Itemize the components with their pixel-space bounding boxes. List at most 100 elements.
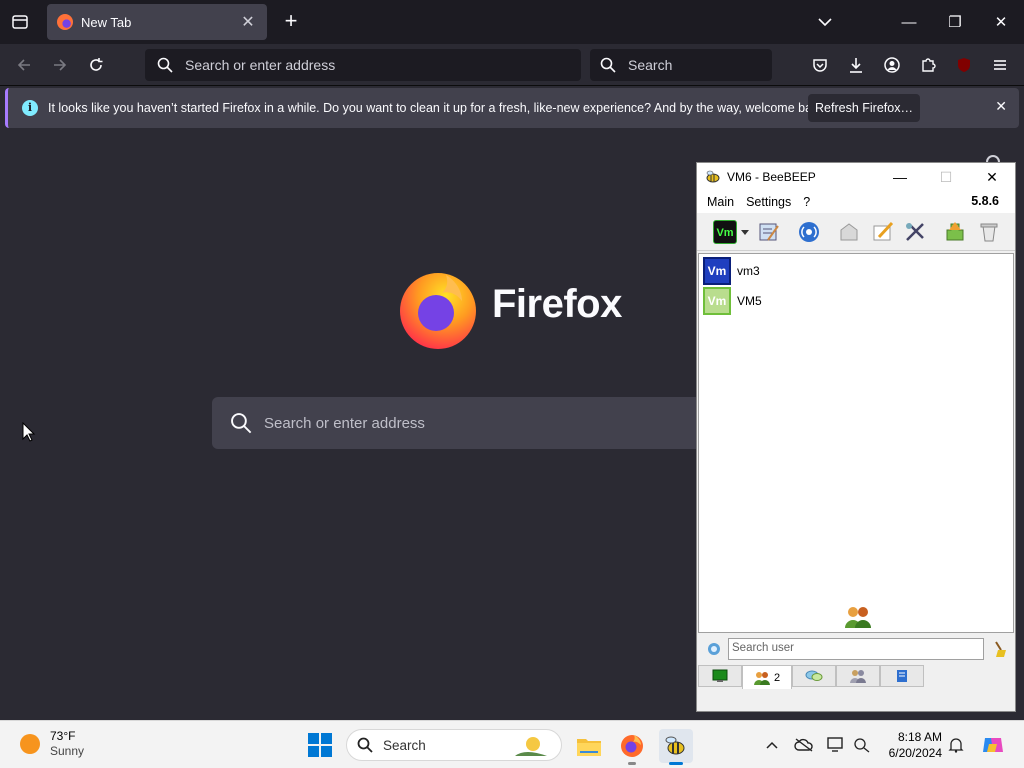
beebeep-minimize-button[interactable]: — [877, 163, 923, 191]
firefox-view-button[interactable] [8, 10, 32, 34]
groups-icon [850, 670, 866, 683]
system-clock[interactable]: 8:18 AM 6/20/2024 [880, 729, 942, 761]
downloads-button[interactable] [844, 53, 868, 77]
account-icon [884, 57, 900, 73]
menu-main[interactable]: Main [707, 195, 734, 209]
message-box-icon[interactable] [837, 220, 861, 244]
search-icon [357, 737, 373, 753]
users-icon [753, 671, 770, 685]
tab-new-tab[interactable]: New Tab ✕ [47, 4, 267, 40]
edit-profile-icon[interactable] [757, 220, 781, 244]
beebeep-menu-bar: Main Settings ? 5.8.6 [697, 191, 1015, 213]
refresh-users-icon[interactable] [706, 641, 722, 657]
avatar: Vm [703, 257, 731, 285]
beebeep-maximize-button[interactable]: ☐ [923, 163, 969, 191]
minimize-button[interactable]: — [886, 0, 932, 44]
address-bar[interactable]: Search or enter address [145, 49, 581, 81]
hamburger-menu-icon [994, 60, 1006, 70]
navigation-toolbar: Search or enter address Search [0, 44, 1024, 86]
write-note-icon[interactable] [871, 220, 895, 244]
network-globe-icon [854, 738, 870, 753]
beebeep-toolbar: Vm [697, 213, 1015, 251]
copilot-button[interactable] [980, 733, 1006, 757]
users-group-icon [845, 607, 871, 628]
update-icon[interactable] [943, 220, 967, 244]
clock-date: 6/20/2024 [888, 746, 942, 760]
chevron-down-icon [818, 18, 832, 27]
beebeep-window: VM6 - BeeBEEP — ☐ ✕ Main Settings ? 5.8.… [696, 162, 1016, 712]
close-window-button[interactable]: ✕ [978, 0, 1024, 44]
search-icon [157, 57, 173, 73]
start-button[interactable] [308, 733, 332, 757]
cloud-offline-icon [794, 738, 813, 752]
beebeep-title: VM6 - BeeBEEP [727, 170, 816, 184]
chevron-up-icon [766, 741, 778, 749]
list-item[interactable]: Vm vm3 [703, 257, 760, 285]
tab-chats[interactable] [792, 665, 836, 687]
ublock-button[interactable] [952, 53, 976, 77]
folder-icon [577, 739, 601, 756]
beebeep-title-bar: VM6 - BeeBEEP — ☐ ✕ [697, 163, 1015, 191]
beebeep-close-button[interactable]: ✕ [969, 163, 1015, 191]
app-menu-button[interactable] [988, 53, 1012, 77]
account-button[interactable] [880, 53, 904, 77]
tab-log[interactable] [880, 665, 924, 687]
tab-chat[interactable] [698, 665, 742, 687]
user-name: vm3 [737, 264, 760, 278]
search-highlight-sun-icon [515, 737, 547, 756]
tab-users[interactable]: 2 [742, 665, 792, 689]
new-tab-search-placeholder: Search or enter address [264, 414, 425, 432]
file-explorer-taskbar-button[interactable] [572, 729, 606, 763]
notifications-button[interactable] [946, 735, 966, 755]
tab-groups[interactable] [836, 665, 880, 687]
menu-help[interactable]: ? [803, 195, 810, 209]
pocket-button[interactable] [808, 53, 832, 77]
user-list: Vm vm3 Vm VM5 [698, 253, 1014, 633]
reload-button[interactable] [82, 52, 110, 78]
taskbar-search-box[interactable]: Search [346, 729, 562, 761]
display-tray-icon[interactable] [826, 735, 846, 755]
my-status-avatar-icon[interactable]: Vm [713, 220, 737, 244]
recycle-bin-icon[interactable] [977, 220, 1001, 244]
new-tab-button[interactable]: + [280, 10, 302, 34]
restore-button[interactable]: ❐ [932, 0, 978, 44]
clear-search-broom-icon[interactable] [992, 640, 1008, 658]
refresh-notification-bar: i It looks like you haven’t started Fire… [5, 88, 1019, 128]
status-dropdown-icon[interactable] [739, 220, 751, 244]
user-name: VM5 [737, 294, 762, 308]
search-bar-placeholder: Search [628, 57, 673, 73]
show-hidden-icons-button[interactable] [762, 735, 782, 755]
firefox-wordmark: Firefox [492, 282, 622, 326]
pocket-icon [813, 59, 827, 72]
puzzle-icon [922, 58, 936, 72]
download-icon [850, 58, 862, 73]
reload-icon [90, 58, 103, 71]
tab-close-icon[interactable]: ✕ [239, 12, 257, 32]
beebeep-taskbar-button[interactable] [659, 729, 693, 765]
notification-message: It looks like you haven’t started Firefo… [48, 101, 829, 115]
list-all-tabs-button[interactable] [812, 10, 838, 34]
bell-icon [948, 738, 964, 753]
chat-screen-icon [712, 669, 728, 682]
search-user-bar: Search user [698, 635, 1014, 663]
users-count: 2 [773, 671, 781, 684]
firefox-favicon-icon [57, 14, 73, 30]
forward-button[interactable] [46, 52, 74, 78]
network-tray-icon[interactable] [852, 735, 872, 755]
close-notification-icon[interactable]: ✕ [995, 98, 1007, 115]
weather-widget[interactable]: 73°F Sunny [20, 729, 84, 759]
back-button[interactable] [10, 52, 38, 78]
list-item[interactable]: Vm VM5 [703, 287, 762, 315]
menu-settings[interactable]: Settings [746, 195, 791, 209]
info-icon: i [22, 100, 38, 116]
search-user-input[interactable]: Search user [728, 638, 984, 660]
search-bar[interactable]: Search [590, 49, 772, 81]
network-broadcast-icon[interactable] [797, 220, 821, 244]
refresh-firefox-button[interactable]: Refresh Firefox… [808, 94, 920, 122]
onedrive-tray-icon[interactable] [794, 735, 814, 755]
firefox-icon [621, 735, 643, 757]
firefox-taskbar-button[interactable] [615, 729, 649, 765]
plugins-tools-icon[interactable] [903, 220, 927, 244]
clock-time: 8:18 AM [897, 730, 942, 744]
extensions-button[interactable] [916, 53, 940, 77]
